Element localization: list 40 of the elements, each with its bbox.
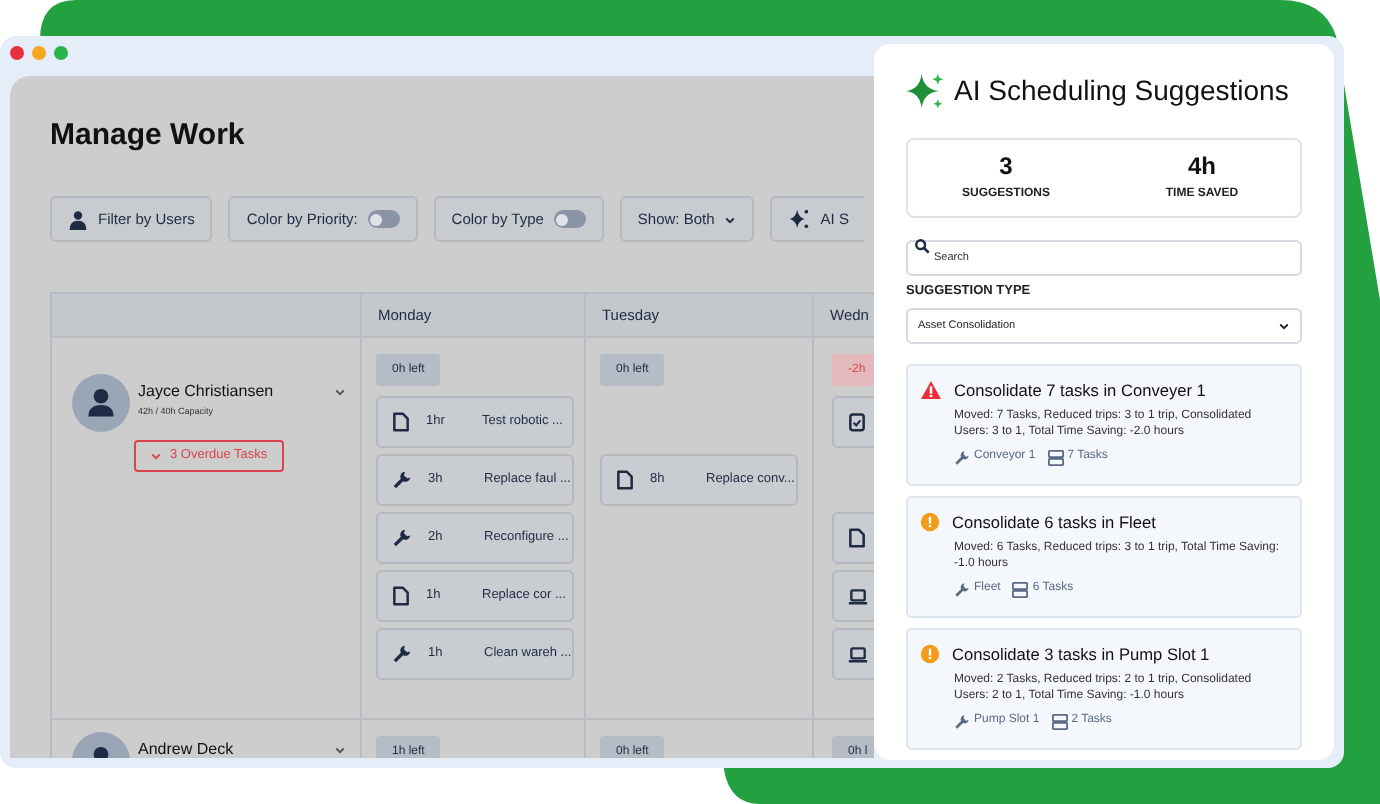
laptop-icon: [848, 645, 868, 663]
alert-circle-icon: [920, 511, 940, 532]
wrench-icon: [392, 528, 412, 548]
wrench-icon: [392, 644, 412, 664]
list-icon: [1012, 581, 1029, 598]
document-icon: [392, 586, 410, 606]
list-icon: [1047, 449, 1064, 466]
document-icon: [616, 470, 634, 490]
chevron-icon: [150, 450, 162, 462]
user-icon: [68, 209, 88, 229]
stat-value: 4h: [1187, 153, 1216, 177]
suggestion-title: Consolidate 6 tasks in Fleet: [952, 509, 1156, 535]
panel-title: AI Scheduling Suggestions: [954, 72, 1289, 110]
clipboard-icon: [848, 412, 866, 432]
warning-triangle-icon: [920, 379, 942, 400]
page-title: Manage Work: [50, 120, 247, 150]
suggestion-title: Consolidate 3 tasks in Pump Slot 1: [952, 641, 1210, 667]
search-icon: [914, 238, 930, 254]
toggle-switch[interactable]: [367, 210, 400, 228]
list-icon: [1051, 713, 1068, 730]
wrench-icon: [954, 581, 970, 598]
document-icon: [392, 412, 410, 432]
wrench-icon: [954, 713, 970, 730]
expand-chevron-icon: [334, 744, 346, 756]
wrench-icon: [392, 470, 412, 490]
alert-circle-icon: [920, 643, 940, 664]
wrench-icon: [954, 449, 970, 466]
chevron-icon: [1278, 319, 1290, 332]
sparkle-icon: [788, 208, 811, 230]
avatar-icon: [72, 374, 130, 432]
toggle-switch[interactable]: [553, 210, 586, 228]
user-name: Jayce Christiansen: [138, 380, 274, 404]
laptop-icon: [848, 587, 868, 605]
user-name: Andrew Deck: [138, 738, 234, 758]
suggestion-title: Consolidate 7 tasks in Conveyer 1: [954, 377, 1206, 403]
sparkle-icon: [906, 71, 946, 111]
chevron-icon: [724, 213, 737, 225]
document-icon: [848, 528, 866, 548]
stat-value: 3: [999, 153, 1013, 177]
expand-chevron-icon: [334, 386, 346, 398]
